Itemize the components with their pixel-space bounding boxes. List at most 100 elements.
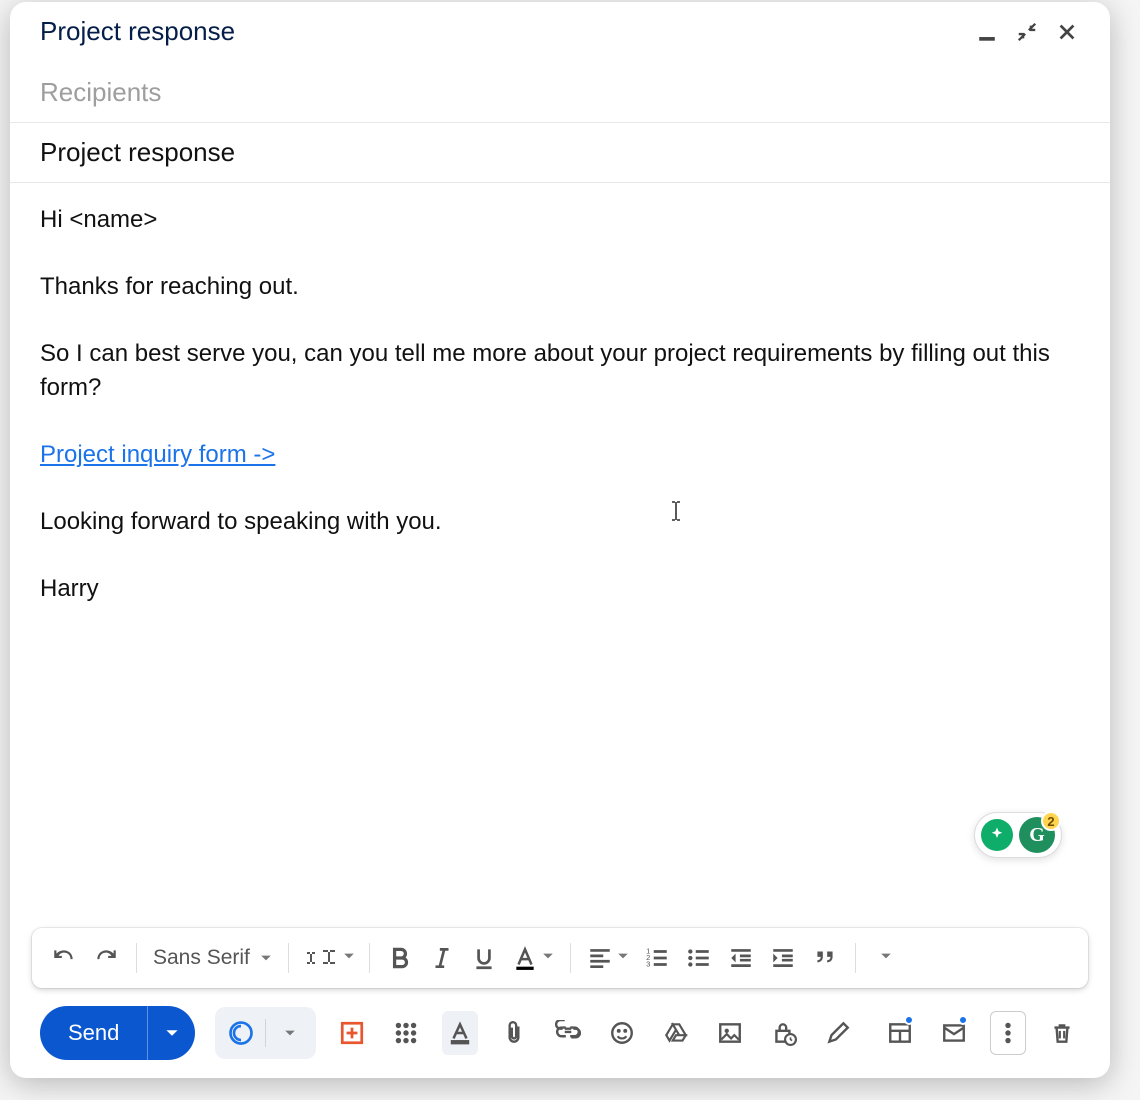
lock-clock-icon	[771, 1020, 797, 1046]
send-button-group: Send	[40, 1006, 195, 1060]
font-size-button[interactable]	[299, 938, 359, 978]
mail-settings-button[interactable]	[936, 1011, 972, 1055]
separator	[265, 1019, 266, 1047]
chevron-down-icon	[260, 946, 272, 970]
extension-dropdown-button[interactable]	[268, 1011, 312, 1055]
text-color-button[interactable]	[506, 938, 560, 978]
separator	[369, 943, 370, 973]
grammarly-widget[interactable]: G 2	[974, 812, 1062, 858]
body-link: Project inquiry form ->	[40, 438, 1080, 473]
notification-dot	[904, 1015, 914, 1025]
close-icon	[1056, 21, 1078, 43]
chevron-down-icon	[542, 949, 554, 967]
align-left-icon	[587, 945, 613, 971]
font-size-icon	[303, 945, 343, 971]
collapse-icon	[1016, 21, 1038, 43]
underline-button[interactable]	[464, 938, 504, 978]
font-family-select[interactable]: Sans Serif	[147, 938, 278, 978]
insert-drive-button[interactable]	[658, 1011, 694, 1055]
insert-photo-button[interactable]	[712, 1011, 748, 1055]
italic-button[interactable]	[422, 938, 462, 978]
indent-more-icon	[770, 945, 796, 971]
compose-window: Project response Recipients Project resp…	[10, 2, 1110, 1078]
redo-icon	[93, 945, 119, 971]
text-format-icon	[447, 1020, 473, 1046]
svg-text:3: 3	[646, 960, 650, 969]
send-options-button[interactable]	[147, 1006, 195, 1060]
chevron-down-icon	[617, 949, 629, 967]
attach-file-button[interactable]	[496, 1011, 532, 1055]
layout-button[interactable]	[882, 1011, 918, 1055]
body-line: So I can best serve you, can you tell me…	[40, 337, 1080, 407]
grammarly-badge: 2	[1041, 811, 1061, 831]
compose-action-bar: Send	[10, 988, 1110, 1078]
numbered-list-button[interactable]: 123	[637, 938, 677, 978]
message-body[interactable]: Hi <name> Thanks for reaching out. So I …	[10, 183, 1110, 928]
insert-signature-button[interactable]	[820, 1011, 856, 1055]
redo-button[interactable]	[86, 938, 126, 978]
paperclip-icon	[501, 1020, 527, 1046]
separator	[136, 943, 137, 973]
text-color-icon	[512, 945, 538, 971]
image-icon	[717, 1020, 743, 1046]
calendly-extension-button[interactable]	[219, 1011, 263, 1055]
text-cursor-icon	[670, 497, 682, 517]
compose-title: Project response	[40, 16, 962, 47]
insert-emoji-button[interactable]	[604, 1011, 640, 1055]
extension-group	[215, 1007, 316, 1059]
italic-icon	[429, 945, 455, 971]
add-template-button[interactable]	[334, 1011, 370, 1055]
grid-icon	[393, 1020, 419, 1046]
separator	[288, 943, 289, 973]
body-greeting: Hi <name>	[40, 203, 1080, 238]
more-formatting-button[interactable]	[866, 938, 906, 978]
discard-draft-button[interactable]	[1044, 1011, 1080, 1055]
trash-icon	[1049, 1020, 1075, 1046]
pen-icon	[825, 1020, 851, 1046]
chevron-down-icon	[343, 949, 355, 967]
minimize-icon	[976, 21, 998, 43]
undo-button[interactable]	[44, 938, 84, 978]
numbered-list-icon: 123	[644, 945, 670, 971]
indent-more-button[interactable]	[763, 938, 803, 978]
grammarly-main-icon: G 2	[1019, 817, 1055, 853]
bold-icon	[387, 945, 413, 971]
insert-link-button[interactable]	[550, 1011, 586, 1055]
body-signature: Harry	[40, 572, 1080, 607]
exit-fullscreen-button[interactable]	[1012, 17, 1042, 47]
emoji-icon	[609, 1020, 635, 1046]
bulleted-list-button[interactable]	[679, 938, 719, 978]
indent-less-button[interactable]	[721, 938, 761, 978]
recipients-field[interactable]: Recipients	[10, 57, 1110, 123]
font-name-label: Sans Serif	[153, 946, 250, 970]
more-vertical-icon	[995, 1020, 1021, 1046]
chevron-down-icon	[284, 1027, 296, 1039]
quote-button[interactable]	[805, 938, 845, 978]
subject-field[interactable]: Project response	[10, 123, 1110, 183]
chevron-down-icon	[880, 949, 892, 967]
apps-grid-button[interactable]	[388, 1011, 424, 1055]
separator	[855, 943, 856, 973]
minimize-button[interactable]	[972, 17, 1002, 47]
align-button[interactable]	[581, 938, 635, 978]
bold-button[interactable]	[380, 938, 420, 978]
chevron-down-icon	[165, 1026, 179, 1040]
send-button[interactable]: Send	[40, 1006, 147, 1060]
notification-dot	[958, 1015, 968, 1025]
bulleted-list-icon	[686, 945, 712, 971]
formatting-options-button[interactable]	[442, 1011, 478, 1055]
quote-icon	[812, 945, 838, 971]
drive-icon	[663, 1020, 689, 1046]
undo-icon	[51, 945, 77, 971]
plus-box-icon	[339, 1020, 365, 1046]
calendly-icon	[227, 1019, 255, 1047]
project-inquiry-link[interactable]: Project inquiry form ->	[40, 441, 275, 468]
link-icon	[555, 1020, 581, 1046]
formatting-toolbar: Sans Serif 123	[32, 928, 1088, 988]
body-line: Thanks for reaching out.	[40, 270, 1080, 305]
compose-header: Project response	[10, 2, 1110, 57]
indent-less-icon	[728, 945, 754, 971]
more-options-button[interactable]	[990, 1011, 1026, 1055]
close-button[interactable]	[1052, 17, 1082, 47]
confidential-mode-button[interactable]	[766, 1011, 802, 1055]
